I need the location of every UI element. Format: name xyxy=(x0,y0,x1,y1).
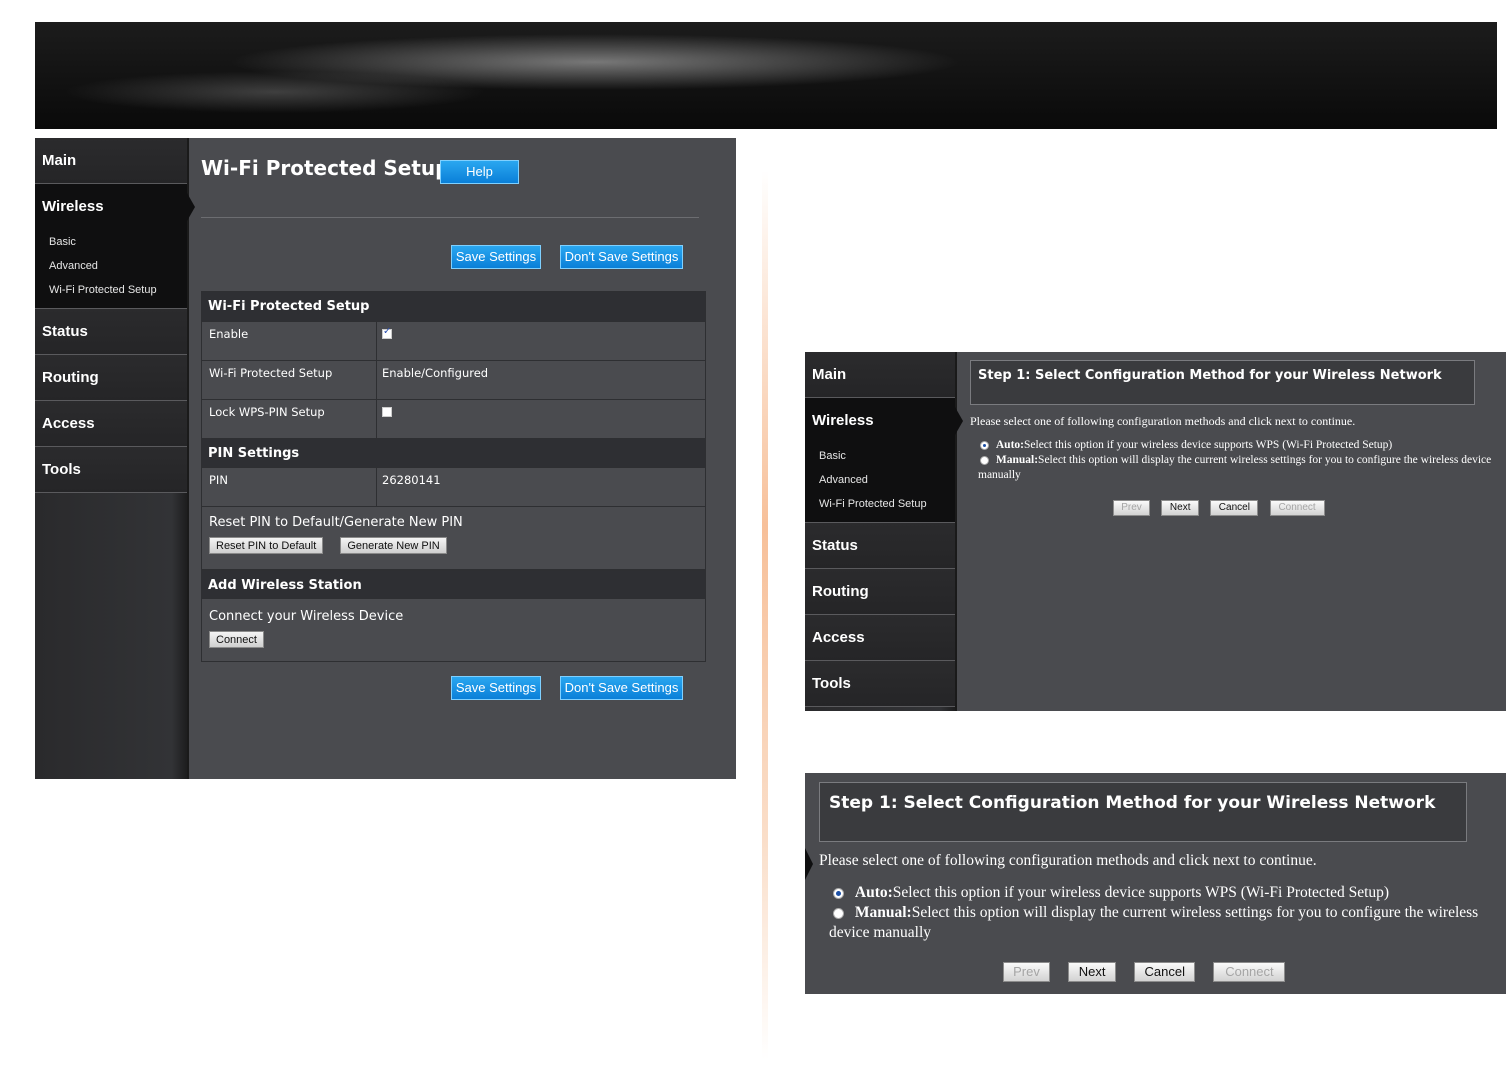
manual-radio[interactable] xyxy=(833,907,844,919)
wizard-buttons: Prev Next Cancel Connect xyxy=(1113,500,1325,516)
method-options: Auto:Select this option if your wireless… xyxy=(829,883,1489,943)
lock-wps-pin-label: Lock WPS-PIN Setup xyxy=(202,400,377,438)
nav-tools[interactable]: Tools xyxy=(805,661,955,707)
manual-text: Select this option will display the curr… xyxy=(829,904,1479,941)
dont-save-settings-button-bottom[interactable]: Don't Save Settings xyxy=(560,676,683,700)
cancel-button[interactable]: Cancel xyxy=(1210,500,1259,516)
pin-value: 26280141 xyxy=(382,473,441,487)
manual-label: Manual: xyxy=(995,454,1039,466)
auto-radio[interactable] xyxy=(980,440,989,450)
row-wps-status: Wi-Fi Protected Setup Enable/Configured xyxy=(202,360,705,399)
prev-button[interactable]: Prev xyxy=(1003,962,1050,982)
step-title: Step 1: Select Configuration Method for … xyxy=(970,360,1475,405)
nav-wireless[interactable]: Wireless xyxy=(805,398,963,444)
section-wps-header: Wi-Fi Protected Setup xyxy=(202,292,705,321)
wireless-subnav: Basic Advanced Wi-Fi Protected Setup xyxy=(35,230,187,309)
enable-label: Enable xyxy=(202,322,377,360)
subnav-advanced[interactable]: Advanced xyxy=(49,254,187,278)
nav-routing[interactable]: Routing xyxy=(805,569,955,615)
option-auto: Auto:Select this option if your wireless… xyxy=(829,883,1489,903)
wps-status-label: Wi-Fi Protected Setup xyxy=(202,361,377,399)
subnav-wps[interactable]: Wi-Fi Protected Setup xyxy=(49,278,187,302)
reset-pin-block: Reset PIN to Default/Generate New PIN Re… xyxy=(202,506,705,569)
sidebar: Main Wireless Basic Advanced Wi-Fi Prote… xyxy=(35,138,195,779)
reset-pin-text: Reset PIN to Default/Generate New PIN xyxy=(209,515,463,530)
nav-tools[interactable]: Tools xyxy=(35,447,187,493)
wizard-instruction: Please select one of following configura… xyxy=(819,852,1317,869)
dont-save-settings-button-top[interactable]: Don't Save Settings xyxy=(560,245,683,269)
row-lock-wps-pin: Lock WPS-PIN Setup xyxy=(202,399,705,438)
save-settings-button-bottom[interactable]: Save Settings xyxy=(451,676,541,700)
wps-status-value: Enable/Configured xyxy=(382,366,489,380)
wizard-instruction: Please select one of following configura… xyxy=(970,414,1356,428)
cancel-button[interactable]: Cancel xyxy=(1134,962,1196,982)
wps-content: Wi-Fi Protected Setup Help Save Settings… xyxy=(189,138,736,779)
subnav-basic[interactable]: Basic xyxy=(819,444,955,468)
pin-label: PIN xyxy=(202,468,377,506)
auto-text: Select this option if your wireless devi… xyxy=(892,884,1390,901)
active-nav-notch xyxy=(805,848,813,880)
manual-label: Manual: xyxy=(854,904,912,921)
auto-label: Auto: xyxy=(854,884,893,901)
nav-routing[interactable]: Routing xyxy=(35,355,187,401)
title-divider xyxy=(201,217,699,218)
help-button[interactable]: Help xyxy=(440,160,519,184)
nav-status[interactable]: Status xyxy=(35,309,187,355)
subnav-wps[interactable]: Wi-Fi Protected Setup xyxy=(819,492,955,516)
section-add-station-header: Add Wireless Station xyxy=(202,569,705,598)
prev-button[interactable]: Prev xyxy=(1113,500,1150,516)
nav-status[interactable]: Status xyxy=(805,523,955,569)
page-title: Wi-Fi Protected Setup xyxy=(201,156,450,180)
subnav-basic[interactable]: Basic xyxy=(49,230,187,254)
auto-radio[interactable] xyxy=(833,887,844,899)
connect-button[interactable]: Connect xyxy=(1213,962,1286,982)
wps-wizard-zoomed: Step 1: Select Configuration Method for … xyxy=(805,773,1506,994)
divider xyxy=(762,170,768,1060)
connect-button[interactable]: Connect xyxy=(1269,500,1325,516)
next-button[interactable]: Next xyxy=(1161,500,1200,516)
next-button[interactable]: Next xyxy=(1068,962,1117,982)
option-auto: Auto:Select this option if your wireless… xyxy=(978,438,1498,453)
wireless-subnav: Basic Advanced Wi-Fi Protected Setup xyxy=(805,444,955,523)
generate-pin-button[interactable]: Generate New PIN xyxy=(340,537,447,554)
manual-radio[interactable] xyxy=(980,455,989,465)
wps-settings-panel: Main Wireless Basic Advanced Wi-Fi Prote… xyxy=(35,138,736,779)
connect-device-text: Connect your Wireless Device xyxy=(209,609,404,624)
lock-wps-pin-checkbox[interactable] xyxy=(382,407,392,417)
reset-pin-button[interactable]: Reset PIN to Default xyxy=(209,537,324,554)
nav-access[interactable]: Access xyxy=(805,615,955,661)
auto-label: Auto: xyxy=(995,439,1024,451)
connect-button[interactable]: Connect xyxy=(209,631,264,648)
save-settings-button-top[interactable]: Save Settings xyxy=(451,245,541,269)
option-manual: Manual:Select this option will display t… xyxy=(978,453,1498,483)
nav-main[interactable]: Main xyxy=(805,352,955,398)
nav-wireless[interactable]: Wireless xyxy=(35,184,195,230)
wizard-buttons: Prev Next Cancel Connect xyxy=(1003,962,1286,982)
header-banner xyxy=(35,22,1497,129)
nav-main[interactable]: Main xyxy=(35,138,187,184)
sidebar: Main Wireless Basic Advanced Wi-Fi Prote… xyxy=(805,352,963,711)
manual-text: Select this option will display the curr… xyxy=(978,454,1492,481)
wps-wizard-panel: Main Wireless Basic Advanced Wi-Fi Prote… xyxy=(805,352,1506,711)
enable-checkbox[interactable] xyxy=(382,326,392,339)
option-manual: Manual:Select this option will display t… xyxy=(829,903,1489,943)
auto-text: Select this option if your wireless devi… xyxy=(1024,439,1393,451)
nav-access[interactable]: Access xyxy=(35,401,187,447)
method-options: Auto:Select this option if your wireless… xyxy=(978,438,1498,483)
wps-settings-table: Wi-Fi Protected Setup Enable Wi-Fi Prote… xyxy=(201,291,706,662)
row-pin: PIN 26280141 xyxy=(202,467,705,506)
step-title: Step 1: Select Configuration Method for … xyxy=(819,782,1467,842)
section-pin-header: PIN Settings xyxy=(202,438,705,467)
row-enable: Enable xyxy=(202,321,705,360)
connect-block: Connect your Wireless Device Connect xyxy=(202,598,705,661)
subnav-advanced[interactable]: Advanced xyxy=(819,468,955,492)
